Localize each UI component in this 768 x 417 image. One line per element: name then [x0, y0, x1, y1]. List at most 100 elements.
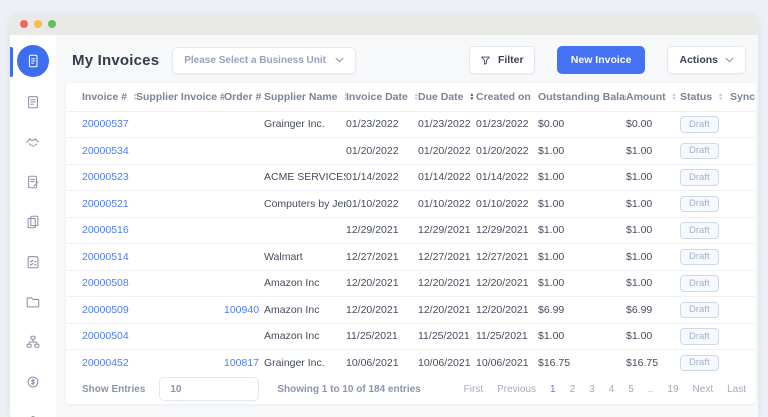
invoice_no-link[interactable]: 20000452	[82, 357, 129, 369]
status-badge: Draft	[680, 142, 719, 159]
bill-list-icon	[28, 96, 38, 109]
cell-outstanding_balance: $1.00	[538, 243, 626, 270]
pagination-page-2[interactable]: 2	[570, 384, 576, 395]
column-header-amount[interactable]: Amount ▴ ▾	[626, 83, 680, 111]
column-header-supplier_invoice_no[interactable]: Supplier Invoice #▴▾	[136, 83, 224, 111]
sidebar-item-document-edit[interactable]	[18, 167, 48, 197]
column-header-due_date[interactable]: Due Date ▴ ▾	[418, 83, 476, 111]
sidebar-active-indicator	[10, 47, 13, 77]
order_no-link[interactable]: 100940	[224, 304, 259, 316]
sidebar-item-documents-copy[interactable]	[18, 207, 48, 237]
filter-button[interactable]: Filter	[468, 46, 535, 74]
table-footer: Show Entries Showing 1 to 10 of 184 entr…	[66, 376, 756, 404]
invoice_no-link[interactable]: 20000534	[82, 145, 129, 157]
sort-icon[interactable]: ▴ ▾	[719, 92, 722, 102]
cell-supplier_name: Amazon Inc	[264, 296, 346, 323]
pagination-page-19[interactable]: 19	[667, 384, 678, 395]
cell-supplier_name	[264, 216, 346, 244]
business-unit-select[interactable]: Please Select a Business Unit	[172, 46, 356, 74]
table-row: 20000523ACME SERVICES LLC01/14/202201/14…	[66, 163, 756, 191]
pagination-page-5[interactable]: 5	[628, 384, 634, 395]
sidebar-item-bill-list[interactable]	[18, 87, 48, 117]
maximize-window-button[interactable]	[48, 20, 56, 28]
cell-created_on: 12/20/2021	[476, 296, 538, 323]
close-window-button[interactable]	[20, 20, 28, 28]
cell-status: Draft	[680, 269, 730, 297]
column-header-created_on[interactable]: Created on▴▾	[476, 83, 538, 111]
sidebar-item-handshake[interactable]	[18, 127, 48, 157]
pagination-next[interactable]: Next	[693, 384, 714, 395]
show-entries-label: Show Entries	[82, 383, 146, 395]
pagination-page-3[interactable]: 3	[589, 384, 595, 395]
cell-amount: $1.00	[626, 137, 680, 164]
cell-supplier_name: ACME SERVICES LLC	[264, 163, 346, 191]
invoice_no-link[interactable]: 20000508	[82, 277, 129, 289]
status-badge: Draft	[680, 169, 719, 186]
sort-icon[interactable]: ▴ ▾	[673, 92, 676, 102]
actions-button[interactable]: Actions	[667, 46, 746, 74]
status-badge: Draft	[680, 354, 719, 372]
table-row: 20000508 Amazon Inc 12/20/2021 12/20/2021 12…	[66, 269, 756, 297]
cell-due_date: 01/23/2022	[418, 110, 476, 138]
cell-created_on: 11/25/2021	[476, 322, 538, 350]
new-invoice-button[interactable]: New Invoice	[556, 46, 646, 74]
table-row: 20000516 12/29/2021 12/29/2021 12/29/2021 $1…	[66, 216, 756, 244]
cell-created_on: 12/27/2021	[476, 243, 538, 270]
column-header-invoice_no[interactable]: Invoice # ▴ ▾	[66, 83, 136, 111]
status-badge: Draft	[680, 328, 719, 345]
sidebar-item-org-chart[interactable]	[18, 327, 48, 357]
pagination-first[interactable]: First	[464, 384, 483, 395]
cell-invoice_no: 20000537	[66, 110, 136, 138]
sidebar-item-coins[interactable]	[18, 367, 48, 397]
minimize-window-button[interactable]	[34, 20, 42, 28]
cell-order_no	[224, 163, 264, 191]
cell-amount: $16.75	[626, 349, 680, 376]
cell-order_no	[224, 190, 264, 217]
cell-supplier_invoice_no	[136, 163, 224, 191]
order_no-link[interactable]: 100817	[224, 357, 259, 369]
column-header-invoice_date[interactable]: Invoice Date ▴ ▾	[346, 83, 418, 111]
invoice_no-link[interactable]: 20000521	[82, 198, 129, 210]
invoice_no-link[interactable]: 20000504	[82, 330, 129, 342]
main-content: My Invoices Please Select a Business Uni…	[56, 35, 758, 417]
cell-due_date: 12/29/2021	[418, 216, 476, 244]
pagination-last[interactable]: Last	[727, 384, 746, 395]
pagination-page-4[interactable]: 4	[609, 384, 615, 395]
column-label: Sync Status	[730, 90, 756, 103]
cell-outstanding_balance: $1.00	[538, 216, 626, 244]
pagination-previous[interactable]: Previous	[497, 384, 536, 395]
column-header-outstanding_balance[interactable]: Outstanding Balance▴▾	[538, 83, 626, 111]
cell-amount: $1.00	[626, 163, 680, 191]
status-badge: Draft	[680, 195, 719, 212]
invoice_no-link[interactable]: 20000537	[82, 118, 129, 130]
cell-amount: $1.00	[626, 269, 680, 297]
show-entries-input[interactable]	[159, 377, 260, 401]
sidebar-item-checklist[interactable]	[18, 247, 48, 277]
cell-order_no	[224, 322, 264, 350]
documents-copy-icon	[27, 215, 39, 229]
sidebar-item-invoices[interactable]	[17, 45, 49, 77]
cell-status: Draft	[680, 110, 730, 138]
column-header-supplier_name[interactable]: Supplier Name ▴ ▾	[264, 83, 346, 111]
invoices-icon	[28, 54, 38, 68]
cell-invoice_no: 20000523	[66, 163, 136, 191]
sort-icon[interactable]: ▴ ▾	[471, 92, 474, 102]
cell-invoice_date: 10/06/2021	[346, 349, 418, 376]
column-header-sync_status[interactable]: Sync Status▴▾	[730, 83, 756, 111]
invoice_no-link[interactable]: 20000509	[82, 304, 129, 316]
actions-button-label: Actions	[679, 54, 718, 66]
pagination-page-1[interactable]: 1	[550, 384, 556, 395]
cell-invoice_date: 12/20/2021	[346, 296, 418, 323]
invoice_no-link[interactable]: 20000523	[82, 171, 129, 183]
invoice_no-link[interactable]: 20000516	[82, 224, 129, 236]
column-header-status[interactable]: Status ▴ ▾	[680, 83, 730, 111]
cell-outstanding_balance: $1.00	[538, 190, 626, 217]
status-badge: Draft	[680, 275, 719, 292]
cell-supplier_invoice_no	[136, 349, 224, 376]
column-header-order_no[interactable]: Order #▴▾	[224, 83, 264, 111]
invoice_no-link[interactable]: 20000514	[82, 251, 129, 263]
status-badge: Draft	[680, 248, 719, 265]
sidebar-item-layers[interactable]	[18, 407, 48, 417]
sidebar-item-folder[interactable]	[18, 287, 48, 317]
cell-sync_status	[730, 322, 756, 350]
